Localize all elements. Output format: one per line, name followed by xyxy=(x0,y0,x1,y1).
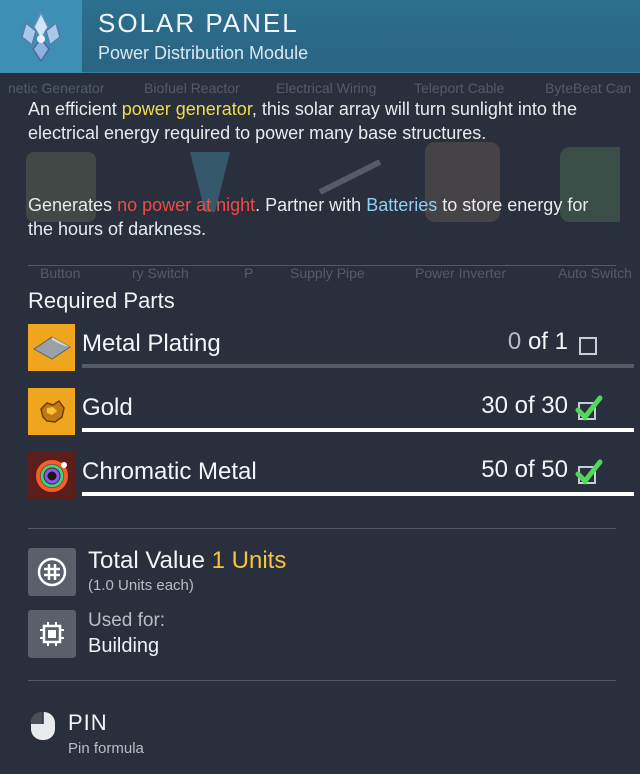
checkbox-empty-icon xyxy=(574,330,602,358)
ghost-label: P xyxy=(244,265,254,281)
part-progress-fill xyxy=(82,492,634,496)
part-progress-bar xyxy=(82,428,634,432)
part-need: 1 xyxy=(554,328,568,355)
ghost-label: Electrical Wiring xyxy=(276,80,377,96)
ghost-label: ByteBeat Can xyxy=(545,80,632,96)
item-subtitle: Power Distribution Module xyxy=(98,43,309,63)
chip-icon xyxy=(28,610,76,658)
units-each: (1.0 Units each) xyxy=(88,577,194,594)
pin-sublabel: Pin formula xyxy=(68,740,144,757)
part-count: 30 of 30 xyxy=(481,392,568,420)
part-need: 30 xyxy=(541,392,568,419)
ghost-label: Biofuel Reactor xyxy=(144,80,240,96)
mouse-icon xyxy=(30,711,55,740)
part-row-metal-plating: Metal Plating 0 of 1 xyxy=(28,324,634,374)
part-row-gold: Gold 30 of 30 xyxy=(28,388,634,438)
description-text: . Partner with xyxy=(255,195,367,215)
description-text: An efficient xyxy=(28,99,122,119)
part-count-sep: of xyxy=(507,392,542,419)
part-count: 50 of 50 xyxy=(481,456,568,484)
part-have: 0 xyxy=(507,328,522,355)
ghost-label: Auto Switch xyxy=(558,265,632,281)
part-progress-bar xyxy=(82,364,634,368)
required-parts-title: Required Parts xyxy=(28,288,175,313)
part-have: 50 xyxy=(481,456,508,483)
chromatic-metal-icon xyxy=(28,452,75,499)
used-for-value: Building xyxy=(88,635,160,657)
divider xyxy=(28,528,616,529)
metal-plating-icon xyxy=(28,324,75,371)
units-currency-icon xyxy=(28,548,76,596)
item-description: An efficient power generator, this solar… xyxy=(28,97,618,145)
checkmark-icon xyxy=(574,394,603,422)
ghost-label: Power Inverter xyxy=(415,265,507,281)
part-count: 0 of 1 xyxy=(508,328,568,356)
total-value-label: Total Value xyxy=(88,547,212,574)
item-description-note: Generates no power at night. Partner wit… xyxy=(28,193,618,241)
used-for-label: Used for: xyxy=(88,610,166,631)
part-need: 50 xyxy=(541,456,568,483)
part-name: Chromatic Metal xyxy=(82,458,257,485)
checkmark-icon xyxy=(574,458,603,486)
description-warning: no power at night xyxy=(117,195,256,215)
part-progress-bar xyxy=(82,492,634,496)
part-count-sep: of xyxy=(507,456,542,483)
description-highlight: power generator xyxy=(121,99,252,119)
ghost-label: Button xyxy=(40,265,81,281)
part-row-chromatic-metal: Chromatic Metal 50 of 50 xyxy=(28,452,634,502)
ghost-label: Teleport Cable xyxy=(414,80,505,96)
description-link: Batteries xyxy=(366,195,438,215)
description-text: Generates xyxy=(28,195,118,215)
pin-label: PIN xyxy=(68,710,108,735)
total-value-amount: 1 Units xyxy=(211,547,287,574)
part-have: 30 xyxy=(481,392,508,419)
item-title: SOLAR PANEL xyxy=(98,8,299,38)
part-count-sep: of xyxy=(521,328,555,355)
gold-icon xyxy=(28,388,75,435)
ghost-label: Supply Pipe xyxy=(290,265,365,281)
part-name: Gold xyxy=(82,394,133,421)
item-icon-box xyxy=(0,0,82,73)
solar-panel-crystal-icon xyxy=(21,10,61,62)
part-name: Metal Plating xyxy=(82,330,221,357)
divider xyxy=(28,680,616,681)
divider xyxy=(28,265,616,266)
ghost-label: netic Generator xyxy=(8,80,105,96)
total-value: Total Value 1 Units xyxy=(88,547,286,575)
ghost-label: ry Switch xyxy=(132,265,189,281)
pin-formula-button[interactable]: PIN Pin formula xyxy=(28,708,228,763)
part-progress-fill xyxy=(82,428,634,432)
item-header: SOLAR PANEL Power Distribution Module xyxy=(0,0,640,73)
